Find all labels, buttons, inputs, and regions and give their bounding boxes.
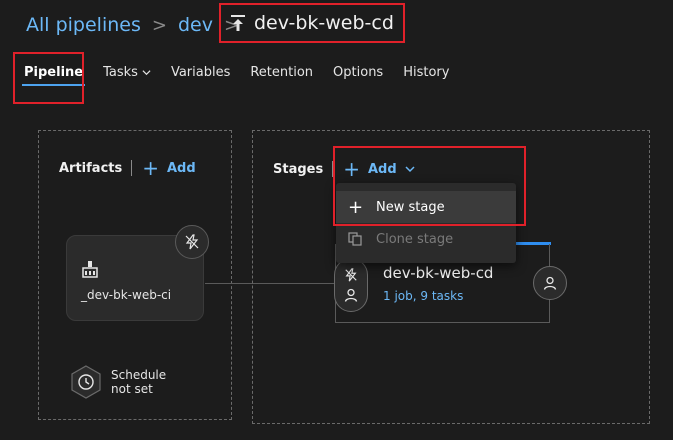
schedule-trigger[interactable]: Schedule not set: [68, 364, 166, 400]
menu-item-clone-stage: Clone stage: [336, 223, 516, 255]
lightning-icon: [345, 268, 357, 282]
artifact-name: _dev-bk-web-ci: [81, 288, 172, 302]
plus-icon: +: [343, 157, 360, 181]
continuous-deployment-trigger[interactable]: [175, 225, 209, 259]
divider: [332, 161, 334, 177]
breadcrumb: All pipelines > dev >: [26, 10, 250, 40]
menu-item-new-stage[interactable]: + New stage: [336, 191, 516, 223]
tab-options[interactable]: Options: [323, 54, 393, 90]
add-stage-button[interactable]: + Add: [343, 157, 415, 181]
divider: [131, 160, 133, 176]
clock-icon: [71, 365, 101, 399]
tab-bar: Pipeline Tasks Variables Retention Optio…: [14, 52, 459, 92]
stage-name[interactable]: dev-bk-web-cd: [383, 264, 493, 282]
breadcrumb-separator-icon: >: [151, 14, 167, 36]
clone-icon: [348, 232, 362, 246]
plus-icon: +: [348, 196, 364, 218]
add-artifact-button[interactable]: + Add: [142, 158, 195, 178]
schedule-label: Schedule not set: [111, 368, 167, 396]
stage-tasks-link[interactable]: 1 job, 9 tasks: [383, 289, 463, 303]
pipeline-release-icon: [231, 15, 245, 31]
add-stage-menu: + New stage Clone stage: [336, 183, 516, 263]
breadcrumb-dev[interactable]: dev: [178, 14, 213, 36]
artifacts-header: Artifacts + Add: [59, 158, 196, 178]
pre-deployment-conditions[interactable]: [334, 258, 368, 312]
lightning-icon: [185, 234, 199, 250]
pipeline-name[interactable]: dev-bk-web-cd: [254, 12, 394, 34]
person-icon: [344, 288, 358, 302]
stages-header: Stages + Add: [273, 159, 415, 179]
tab-variables[interactable]: Variables: [161, 54, 240, 90]
breadcrumb-all-pipelines[interactable]: All pipelines: [26, 14, 141, 36]
person-icon: [543, 276, 557, 290]
artifacts-title: Artifacts: [59, 160, 123, 176]
stages-title: Stages: [273, 161, 324, 177]
post-deployment-conditions[interactable]: [533, 266, 567, 300]
chevron-down-icon: [405, 166, 415, 173]
build-icon: [82, 261, 98, 278]
tab-pipeline[interactable]: Pipeline: [14, 54, 93, 90]
tab-retention[interactable]: Retention: [240, 54, 323, 90]
pipeline-title: dev-bk-web-cd: [220, 6, 406, 40]
chevron-down-icon: [142, 69, 151, 75]
tab-tasks[interactable]: Tasks: [93, 54, 161, 90]
tab-history[interactable]: History: [393, 54, 459, 90]
plus-icon: +: [142, 156, 159, 180]
